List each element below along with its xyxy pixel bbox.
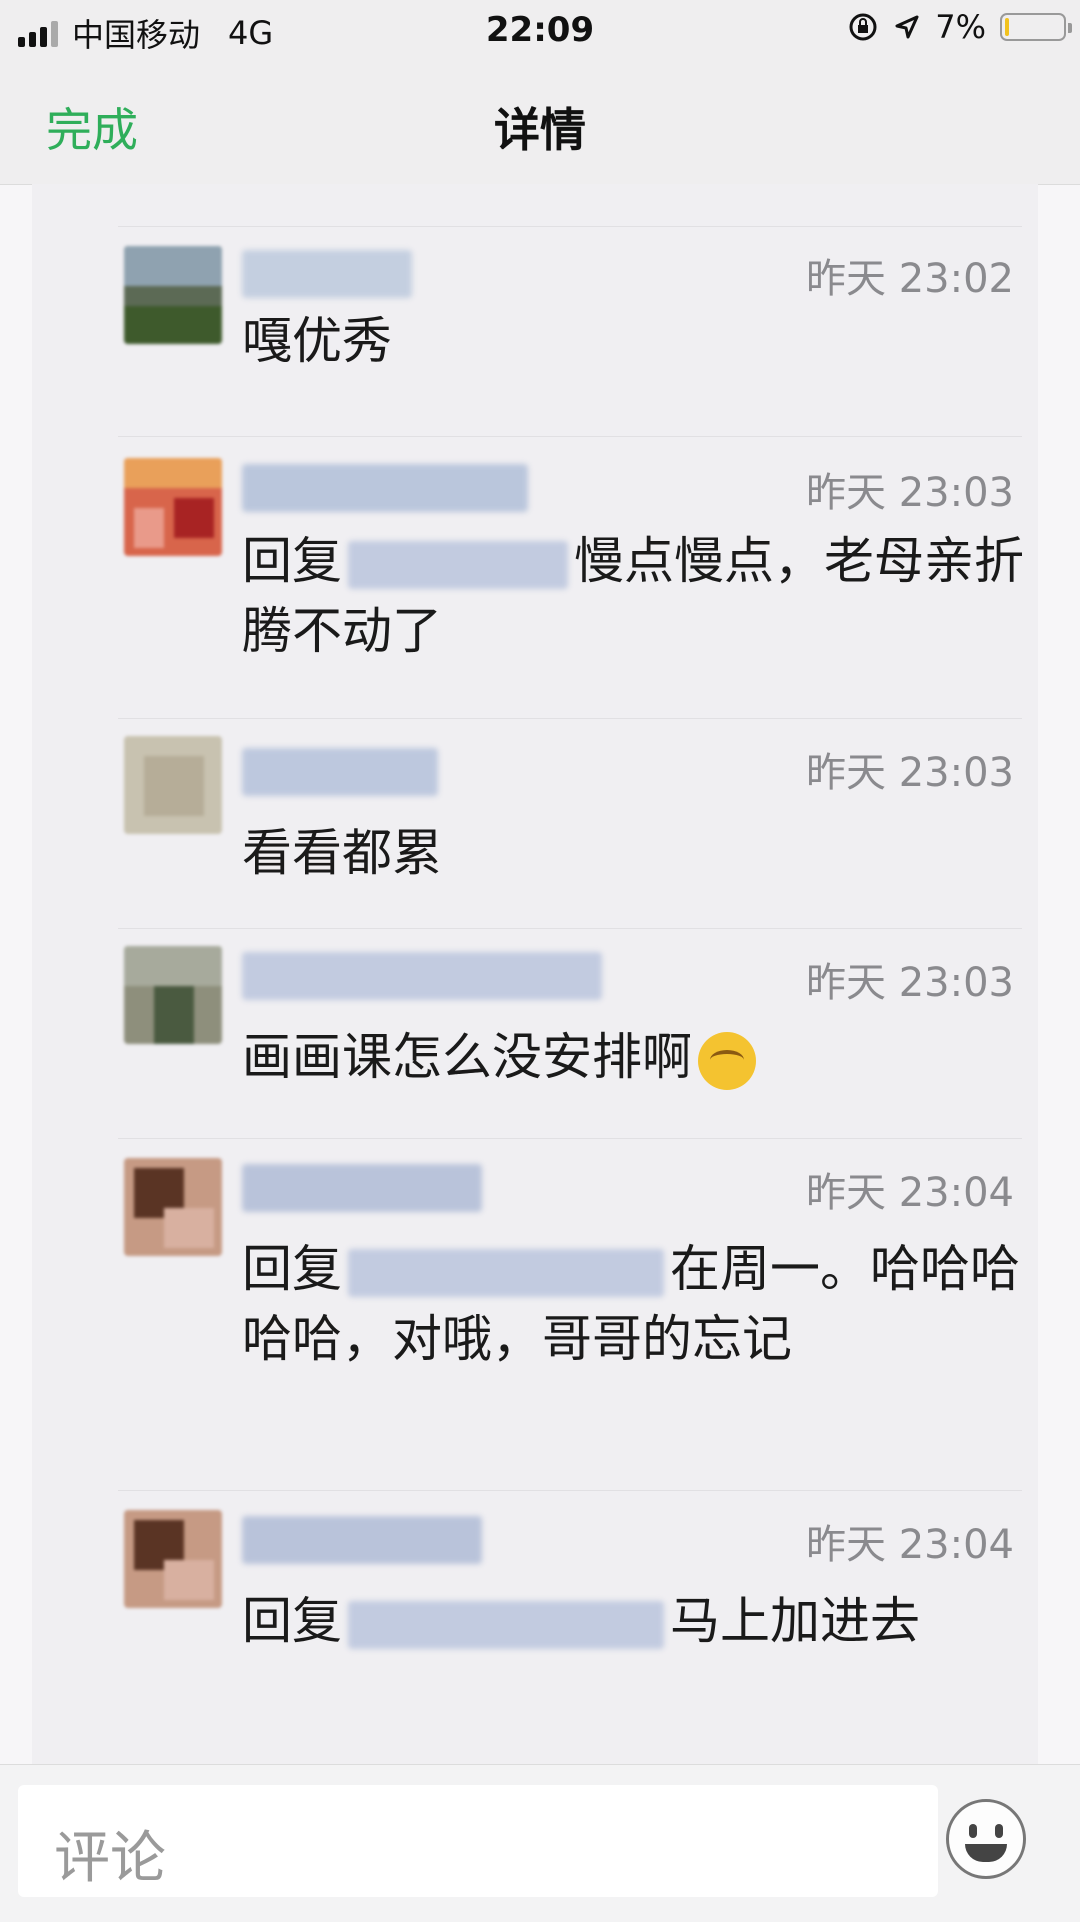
username-blurred[interactable] [242,748,438,796]
divider [118,1490,1022,1491]
reply-prefix: 回复 [242,1240,342,1298]
comment-item[interactable]: 昨天 23:03 画画课怎么没安排啊 [32,928,1038,1138]
comment-placeholder: 评论 [54,1826,166,1891]
battery-fill [1005,18,1009,36]
divider [118,1138,1022,1139]
comment-text: 画画课怎么没安排啊 [242,1022,1032,1092]
comment-input[interactable]: 评论 [18,1785,938,1897]
comment-item[interactable]: 昨天 23:03 回复 慢点慢点，老母亲折腾不动了 [32,436,1038,718]
avatar[interactable] [124,946,222,1044]
comment-input-bar: 评论 [0,1764,1080,1922]
battery-icon [1000,13,1072,41]
divider [118,718,1022,719]
location-arrow-icon [895,15,919,39]
comment-body: 马上加进去 [670,1592,920,1650]
comment-item[interactable]: 昨天 23:04 回复 在周一。哈哈哈哈哈，对哦，哥哥的忘记 [32,1138,1038,1490]
comment-body: 嘎优秀 [242,312,392,370]
divider [118,928,1022,929]
comment-time: 昨天 23:03 [806,750,1014,796]
comment-text: 回复 慢点慢点，老母亲折腾不动了 [242,526,1032,666]
comment-item[interactable]: 昨天 23:03 看看都累 [32,718,1038,928]
avatar[interactable] [124,1510,222,1608]
reply-target-blurred[interactable] [348,540,568,589]
comment-text: 回复 在周一。哈哈哈哈哈，对哦，哥哥的忘记 [242,1234,1032,1374]
divider [118,436,1022,437]
comment-time: 昨天 23:04 [806,1170,1014,1216]
comment-time: 昨天 23:02 [806,256,1014,302]
page-title: 详情 [494,103,586,157]
comment-time: 昨天 23:03 [806,960,1014,1006]
comment-text: 看看都累 [242,818,1032,888]
emoji-icon [698,1031,756,1090]
reply-prefix: 回复 [242,1592,342,1650]
nav-bar: 完成 详情 [0,60,1080,185]
divider [118,226,1022,227]
status-right: 7% [847,8,1072,46]
username-blurred[interactable] [242,1516,482,1564]
smiley-face-icon[interactable] [946,1799,1026,1879]
avatar[interactable] [124,736,222,834]
comment-time: 昨天 23:03 [806,470,1014,516]
comment-item[interactable]: 昨天 23:04 回复 马上加进去 [32,1490,1038,1764]
comment-text: 回复 马上加进去 [242,1586,1032,1656]
username-blurred[interactable] [242,250,412,298]
comment-text: 嘎优秀 [242,306,1032,376]
username-blurred[interactable] [242,464,528,512]
avatar[interactable] [124,1158,222,1256]
comment-time: 昨天 23:04 [806,1522,1014,1568]
reply-target-blurred[interactable] [348,1248,664,1297]
username-blurred[interactable] [242,952,602,1000]
comment-list: 昨天 23:02 嘎优秀 昨天 23:03 回复 慢点慢点，老母亲折腾不动了 昨天… [32,184,1038,1764]
reply-target-blurred[interactable] [348,1600,664,1649]
comment-body: 画画课怎么没安排啊 [242,1028,692,1086]
status-bar: 中国移动 4G 22:09 7% [0,0,1080,60]
comment-item[interactable]: 昨天 23:02 嘎优秀 [32,226,1038,436]
avatar[interactable] [124,246,222,344]
battery-percent: 7% [935,8,986,46]
comment-body: 看看都累 [242,824,442,882]
reply-prefix: 回复 [242,532,342,590]
avatar[interactable] [124,458,222,556]
rotation-lock-icon [849,13,877,41]
username-blurred[interactable] [242,1164,482,1212]
